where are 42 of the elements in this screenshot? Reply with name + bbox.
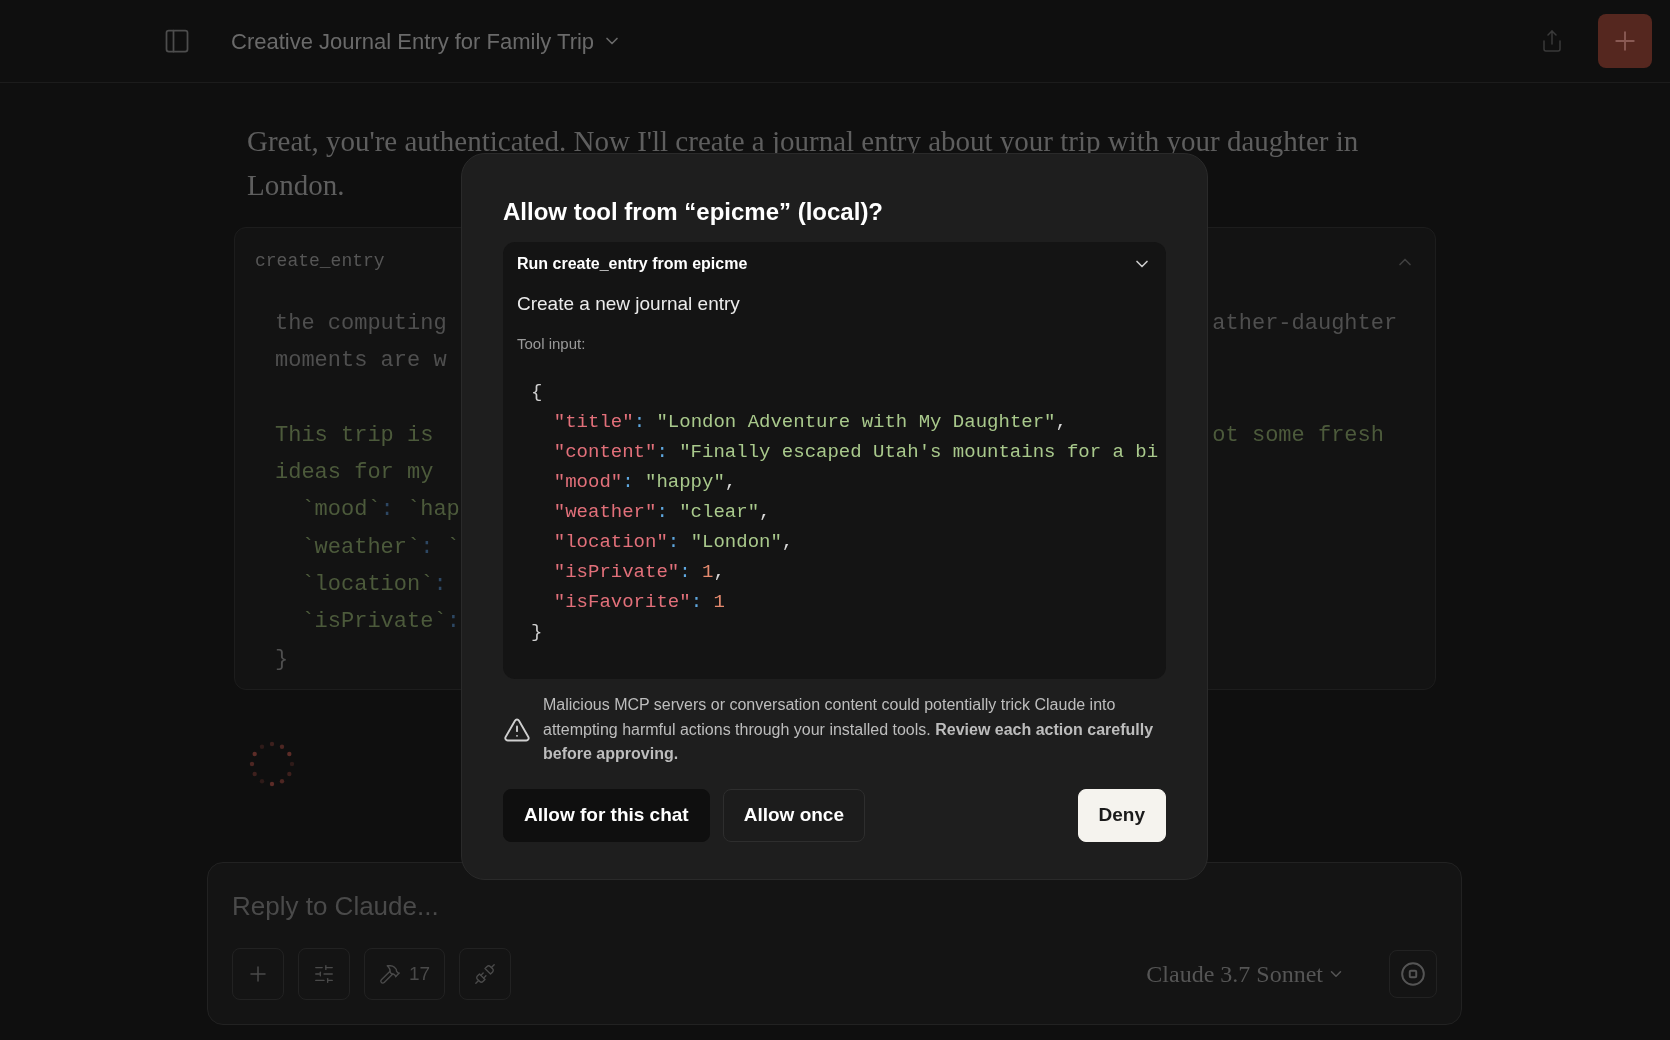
code-brace: { [531,381,543,403]
stop-button[interactable] [1389,950,1437,998]
spinner-icon [248,740,296,788]
code-line: "mood": "happy", [553,471,737,493]
code-line: `weather`: ` [301,533,460,562]
code-line: "weather": "clear", [553,501,771,523]
warning-text: Malicious MCP servers or conversation content could potentially trick Claude into attempting harmful actions through your installed tools. Review each action carefully before approving. [543,695,1155,764]
code-line: `isPrivate`: [301,608,460,637]
code-line: } [275,645,289,674]
sliders-icon [313,963,335,985]
hammer-icon [379,963,401,985]
tool-description: Create a new journal entry [517,292,741,316]
plug-button[interactable] [459,948,512,1000]
code-line: "location": "London", [553,531,794,553]
code-line: "isFavorite": 1 [553,591,725,613]
add-button[interactable] [232,948,284,1000]
sidebar-toggle-icon[interactable] [163,27,191,55]
code-line: `mood`: `hap [301,496,460,525]
dialog-title: Allow tool from “epicme” (local)? [503,197,885,227]
code-line: `location`: [301,571,447,600]
share-icon[interactable] [1540,29,1564,53]
code-line: "title": "London Adventure with My Daughter", [553,411,1067,433]
code-line: "content": "Finally escaped Utah's mountains for a bi [553,441,1159,463]
tool-run-toggle[interactable]: Run create_entry from epicme [517,252,1152,276]
code-line: ot some fresh [1212,421,1384,450]
plug-icon [474,963,497,985]
code-brace: } [531,621,543,643]
code-line: This trip is [275,421,434,450]
stop-icon [1400,961,1426,987]
dialog-button[interactable]: Allow once [722,788,865,842]
code-line: ather-daughter [1212,310,1398,338]
code-line: "isPrivate": 1, [553,561,725,583]
tool-input-label: Tool input: [517,333,587,354]
settings-button[interactable] [298,948,350,1000]
chat-title-dropdown[interactable]: Creative Journal Entry for Family Trip [231,24,623,58]
tool-name: create_entry [255,250,385,273]
code-line: moments are w [275,347,447,376]
new-chat-button[interactable] [1598,14,1652,68]
dialog-button[interactable]: Deny [1077,788,1166,842]
code-line: the computing [275,310,447,338]
code-line: ideas for my [275,459,434,488]
dialog-button[interactable]: Allow for this chat [503,788,710,842]
